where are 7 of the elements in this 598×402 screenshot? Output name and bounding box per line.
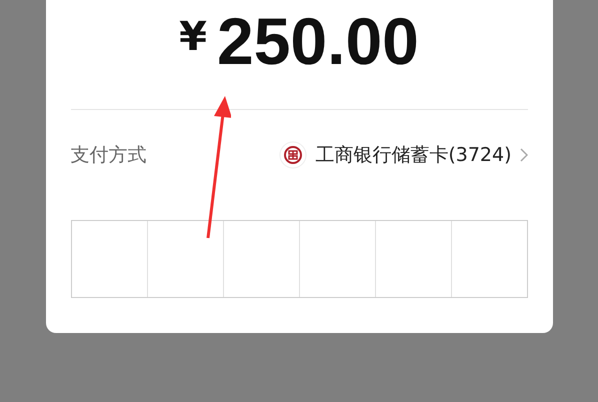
payment-method-selector[interactable]: 工商银行储蓄卡(3724) [279, 141, 528, 169]
password-input-field[interactable] [70, 220, 528, 298]
payment-method-label: 支付方式 [70, 143, 146, 168]
currency-symbol: ¥ [179, 14, 207, 60]
amount-value: 250.00 [216, 2, 419, 78]
chevron-right-icon [520, 148, 528, 162]
bank-logo-icon [279, 141, 308, 169]
